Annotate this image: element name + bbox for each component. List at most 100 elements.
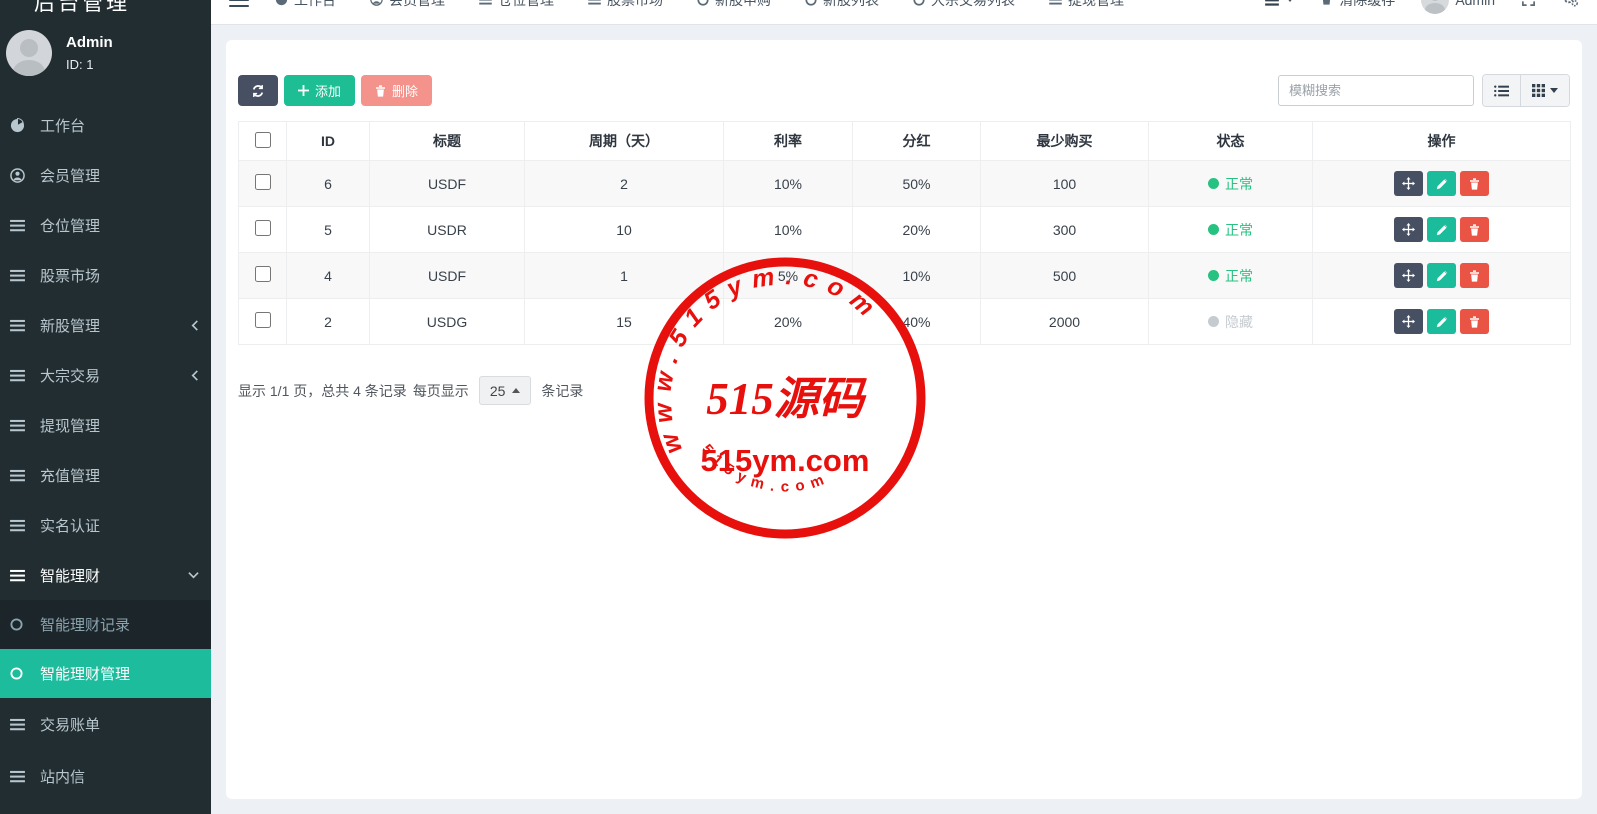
edit-button[interactable]	[1427, 309, 1456, 334]
list-icon	[1049, 0, 1062, 5]
move-button[interactable]	[1394, 309, 1423, 334]
pagination-info: 显示 1/1 页，总共 4 条记录	[238, 381, 407, 401]
sidebar-item-real-name[interactable]: 实名认证	[0, 500, 211, 550]
settings-button[interactable]	[1562, 0, 1579, 7]
cell-id: 4	[287, 253, 370, 299]
status-badge: 正常	[1208, 266, 1253, 286]
cell-dividend: 20%	[853, 207, 981, 253]
nav-tab-withdraw[interactable]: 提现管理	[1049, 0, 1124, 10]
delete-row-button[interactable]	[1460, 263, 1489, 288]
expand-button[interactable]	[1521, 0, 1536, 7]
select-all-checkbox[interactable]	[255, 132, 271, 148]
sidebar-item-recharge[interactable]: 充值管理	[0, 450, 211, 500]
content-card: 添加 删除	[226, 40, 1582, 799]
trash-icon	[1469, 270, 1480, 282]
cell-dividend: 50%	[853, 161, 981, 207]
nav-tab-label: 股票市场	[607, 0, 663, 10]
arrows-move-icon	[1402, 223, 1415, 236]
list-icon	[10, 369, 32, 382]
table-header-row: ID 标题 周期（天） 利率 分红 最少购买 状态 操作	[239, 122, 1571, 161]
hamburger-icon[interactable]	[229, 0, 249, 7]
status-badge: 隐藏	[1208, 312, 1253, 332]
delete-row-button[interactable]	[1460, 309, 1489, 334]
pencil-icon	[1436, 224, 1448, 236]
list-view-icon	[1494, 85, 1509, 97]
circle-icon	[10, 618, 32, 631]
sidebar-item-stock-market[interactable]: 股票市场	[0, 250, 211, 300]
move-button[interactable]	[1394, 171, 1423, 196]
sidebar-subitem-smart-finance-records[interactable]: 智能理财记录	[0, 600, 211, 649]
sidebar-item-positions[interactable]: 仓位管理	[0, 200, 211, 250]
header-actions: 操作	[1313, 122, 1571, 161]
delete-row-button[interactable]	[1460, 217, 1489, 242]
data-table: ID 标题 周期（天） 利率 分红 最少购买 状态 操作 6 USDF 2 10…	[238, 121, 1571, 345]
nav-tabs: 工作台 会员管理 仓位管理 股票市场 新股申购 新股列表 大宗交易列表 提现管	[275, 0, 1124, 10]
avatar	[1421, 0, 1449, 14]
edit-button[interactable]	[1427, 171, 1456, 196]
list-icon	[10, 469, 32, 482]
circle-icon	[697, 0, 709, 6]
row-checkbox[interactable]	[255, 266, 271, 282]
sidebar-item-site-message[interactable]: 站内信	[0, 751, 211, 801]
header-select-all	[239, 122, 287, 161]
user-menu[interactable]: Admin	[1421, 0, 1495, 14]
move-button[interactable]	[1394, 217, 1423, 242]
refresh-icon	[251, 84, 265, 98]
nav-tab-label: 新股列表	[823, 0, 879, 10]
sidebar-item-workbench[interactable]: 工作台	[0, 100, 211, 150]
sidebar-subitem-smart-finance-manage[interactable]: 智能理财管理	[0, 649, 211, 698]
sidebar-item-trade-bills[interactable]: 交易账单	[0, 698, 211, 751]
header-period: 周期（天）	[525, 122, 724, 161]
grid-icon	[1532, 84, 1545, 97]
caret-down-icon	[1286, 0, 1294, 2]
refresh-button[interactable]	[238, 75, 278, 106]
navbar-username: Admin	[1455, 0, 1495, 8]
status-dot-icon	[1208, 316, 1219, 327]
nav-tab-workbench[interactable]: 工作台	[275, 0, 336, 10]
trash-icon	[1469, 224, 1480, 236]
edit-button[interactable]	[1427, 263, 1456, 288]
sidebar-item-members[interactable]: 会员管理	[0, 150, 211, 200]
clear-cache-button[interactable]: 清除缓存	[1320, 0, 1395, 10]
delete-row-button[interactable]	[1460, 171, 1489, 196]
arrows-move-icon	[1402, 269, 1415, 282]
list-icon	[10, 569, 32, 582]
list-view-button[interactable]	[1483, 75, 1520, 106]
sidebar-item-label: 站内信	[40, 766, 85, 787]
header-title: 标题	[370, 122, 525, 161]
table-row: 2 USDG 15 20% 40% 2000 隐藏	[239, 299, 1571, 345]
list-icon	[10, 269, 32, 282]
sidebar-item-withdraw[interactable]: 提现管理	[0, 400, 211, 450]
cell-period: 1	[525, 253, 724, 299]
edit-button[interactable]	[1427, 217, 1456, 242]
status-dot-icon	[1208, 224, 1219, 235]
nav-tab-stock-market[interactable]: 股票市场	[588, 0, 663, 10]
nav-tab-new-share-apply[interactable]: 新股申购	[697, 0, 771, 10]
columns-view-button[interactable]	[1520, 75, 1569, 106]
user-icon	[10, 168, 32, 183]
sidebar-item-smart-finance[interactable]: 智能理财	[0, 550, 211, 600]
sidebar-item-block-trade[interactable]: 大宗交易	[0, 350, 211, 400]
tab-menu-dropdown[interactable]	[1264, 0, 1294, 6]
nav-tab-members[interactable]: 会员管理	[370, 0, 445, 10]
nav-tab-positions[interactable]: 仓位管理	[479, 0, 554, 10]
caret-up-icon	[512, 388, 520, 393]
add-button[interactable]: 添加	[284, 75, 355, 106]
status-badge: 正常	[1208, 174, 1253, 194]
sidebar-item-new-shares[interactable]: 新股管理	[0, 300, 211, 350]
search-input[interactable]	[1278, 75, 1474, 106]
nav-tab-new-share-list[interactable]: 新股列表	[805, 0, 879, 10]
move-button[interactable]	[1394, 263, 1423, 288]
user-name: Admin	[66, 34, 113, 51]
row-checkbox[interactable]	[255, 174, 271, 190]
sidebar-item-label: 交易账单	[40, 714, 100, 735]
sidebar-submenu: 智能理财记录 智能理财管理	[0, 600, 211, 698]
sidebar-item-label: 仓位管理	[40, 215, 100, 236]
delete-button[interactable]: 删除	[361, 75, 432, 106]
row-checkbox[interactable]	[255, 312, 271, 328]
page-size-dropdown[interactable]: 25	[479, 376, 532, 405]
row-checkbox[interactable]	[255, 220, 271, 236]
nav-tab-block-trade-list[interactable]: 大宗交易列表	[913, 0, 1015, 10]
nav-tab-label: 仓位管理	[498, 0, 554, 10]
cell-rate: 20%	[724, 299, 853, 345]
